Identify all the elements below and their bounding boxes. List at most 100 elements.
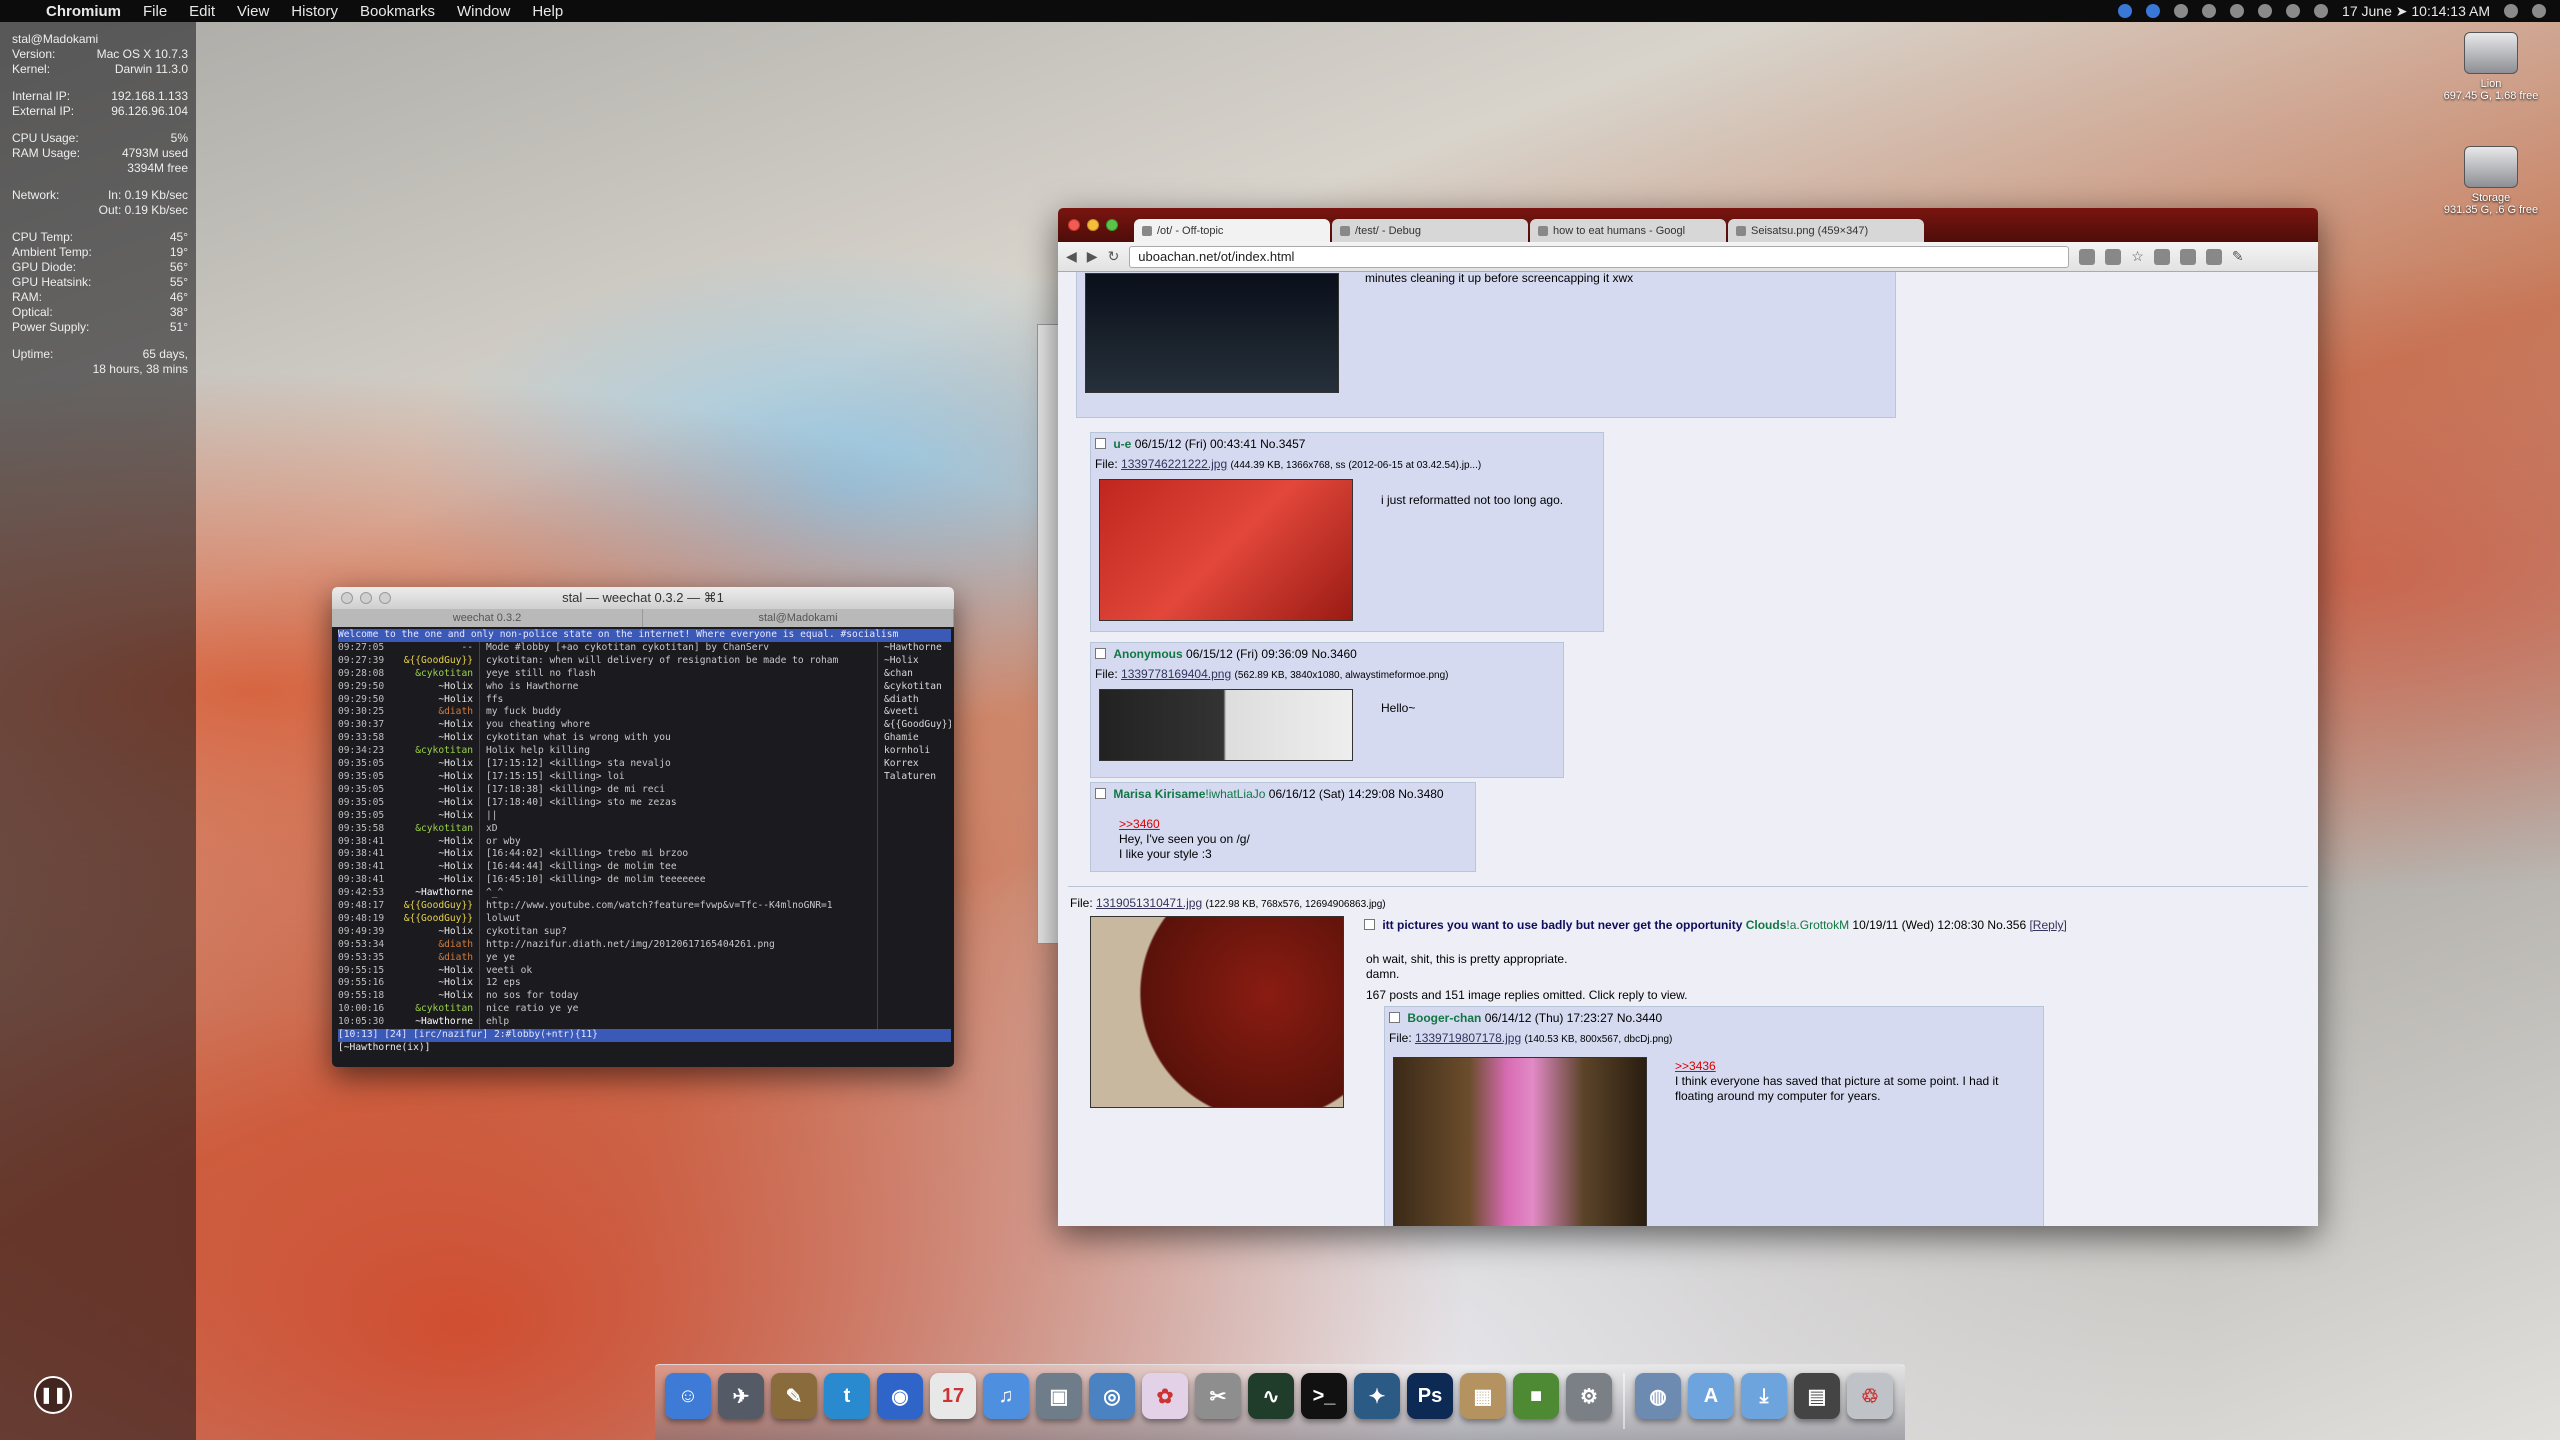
tab-image[interactable]: Seisatsu.png (459×347) <box>1728 219 1924 242</box>
system-preferences-icon[interactable]: ⚙ <box>1566 1373 1612 1419</box>
nicklist-entry[interactable] <box>877 874 951 888</box>
extension-icon[interactable] <box>2153 248 2170 265</box>
bookmark-star-icon[interactable]: ☆ <box>2131 248 2144 265</box>
file-link[interactable]: 1319051310471.jpg <box>1096 896 1202 910</box>
nicklist-entry[interactable]: &diath <box>877 693 951 707</box>
input-bar[interactable]: [~Hawthorne(ix)] <box>338 1042 951 1055</box>
twitter-client-icon[interactable]: t <box>824 1373 870 1419</box>
safari-icon[interactable]: ◎ <box>1089 1373 1135 1419</box>
nicklist-entry[interactable] <box>877 938 951 952</box>
sakura-icon[interactable]: ✿ <box>1142 1373 1188 1419</box>
wrench-menu-icon[interactable]: ✎ <box>2232 248 2244 265</box>
menu-app-name[interactable]: Chromium <box>46 3 121 20</box>
post-checkbox[interactable] <box>1389 1012 1400 1023</box>
nicklist-entry[interactable] <box>877 990 951 1004</box>
nicklist-entry[interactable] <box>877 783 951 797</box>
terminal-tab[interactable]: weechat 0.3.2 <box>332 609 643 627</box>
script-editor-icon[interactable]: ✂ <box>1195 1373 1241 1419</box>
minimize-button[interactable] <box>1087 219 1099 231</box>
extension-icon[interactable] <box>2179 248 2196 265</box>
nicklist-entry[interactable] <box>877 1003 951 1017</box>
post-number[interactable]: No.356 <box>1987 918 2026 932</box>
nicklist-entry[interactable]: ~Hawthorne <box>877 641 951 655</box>
minimize-button[interactable] <box>360 592 372 604</box>
zoom-button[interactable] <box>379 592 391 604</box>
nicklist-entry[interactable]: kornholi <box>877 745 951 759</box>
forward-icon[interactable]: ▶ <box>1087 248 1098 265</box>
nicklist-entry[interactable] <box>877 809 951 823</box>
bird-icon[interactable]: ✦ <box>1354 1373 1400 1419</box>
nicklist-entry[interactable] <box>877 912 951 926</box>
pause-icon[interactable]: ❚❚ <box>34 1376 72 1414</box>
extension-icon[interactable] <box>2079 248 2096 265</box>
nicklist-entry[interactable] <box>877 964 951 978</box>
ical-icon[interactable]: 17 <box>930 1373 976 1419</box>
nicklist-entry[interactable]: &{{GoodGuy}} <box>877 719 951 733</box>
nicklist-entry[interactable] <box>877 951 951 965</box>
network-icon[interactable]: ◍ <box>1635 1373 1681 1419</box>
reply-link[interactable]: [Reply] <box>2029 918 2066 932</box>
nicklist-entry[interactable] <box>877 861 951 875</box>
bluetooth-icon[interactable] <box>2230 4 2245 18</box>
menu-history[interactable]: History <box>291 3 338 20</box>
time-machine-icon[interactable] <box>2202 4 2217 18</box>
terminal-window[interactable]: stal — weechat 0.3.2 — ⌘1 weechat 0.3.2 … <box>332 587 954 1067</box>
post-number[interactable]: No.3460 <box>1311 647 1356 661</box>
nicklist-entry[interactable] <box>877 796 951 810</box>
close-button[interactable] <box>341 592 353 604</box>
zoom-button[interactable] <box>1106 219 1118 231</box>
menu-window[interactable]: Window <box>457 3 510 20</box>
post-thumbnail[interactable] <box>1099 479 1353 621</box>
launchpad-icon[interactable]: ✈ <box>718 1373 764 1419</box>
terminal-icon[interactable]: >_ <box>1301 1373 1347 1419</box>
spotlight-search-icon[interactable] <box>2532 4 2546 18</box>
nicklist-entry[interactable] <box>877 848 951 862</box>
photoshop-icon[interactable]: Ps <box>1407 1373 1453 1419</box>
post-thumbnail[interactable] <box>1393 1057 1647 1226</box>
nicklist-entry[interactable] <box>877 977 951 991</box>
reload-icon[interactable]: ↻ <box>1108 248 1120 265</box>
desktop-drive-storage[interactable]: Storage 931.35 G, .6 G free <box>2426 146 2556 216</box>
volume-icon[interactable] <box>2286 4 2301 18</box>
menu-bookmarks[interactable]: Bookmarks <box>360 3 435 20</box>
nicklist-entry[interactable]: &chan <box>877 667 951 681</box>
tab-debug[interactable]: /test/ - Debug <box>1332 219 1528 242</box>
nicklist-entry[interactable]: &cykotitan <box>877 680 951 694</box>
post-number[interactable]: No.3457 <box>1260 437 1305 451</box>
imageboard-page[interactable]: minutes cleaning it up before screencapp… <box>1058 272 2318 1226</box>
menu-view[interactable]: View <box>237 3 269 20</box>
menu-file[interactable]: File <box>143 3 167 20</box>
file-link[interactable]: 1339719807178.jpg <box>1415 1031 1521 1045</box>
desktop-drive-lion[interactable]: Lion 697.45 G, 1.68 free <box>2426 32 2556 102</box>
itunes-icon[interactable]: ♫ <box>983 1373 1029 1419</box>
downloads-folder-icon[interactable]: ⤓ <box>1741 1373 1787 1419</box>
chromium-icon[interactable]: ◉ <box>877 1373 923 1419</box>
tab-off-topic[interactable]: /ot/ - Off-topic <box>1134 219 1330 242</box>
post-number[interactable]: No.3440 <box>1617 1011 1662 1025</box>
back-icon[interactable]: ◀ <box>1066 248 1077 265</box>
post-thumbnail[interactable] <box>1085 273 1339 393</box>
tab-google[interactable]: how to eat humans - Googl <box>1530 219 1726 242</box>
post-checkbox[interactable] <box>1364 919 1375 930</box>
minecraft-icon[interactable]: ■ <box>1513 1373 1559 1419</box>
screenshots-stack-icon[interactable]: ▤ <box>1794 1373 1840 1419</box>
op-thumbnail[interactable] <box>1090 916 1344 1108</box>
nicklist-entry[interactable] <box>877 822 951 836</box>
nicklist-entry[interactable]: ~Holix <box>877 654 951 668</box>
preview-icon[interactable]: ✎ <box>771 1373 817 1419</box>
menu-clock[interactable]: 17 June ➤ 10:14:13 AM <box>2342 3 2490 20</box>
skype-icon[interactable] <box>2146 4 2161 18</box>
file-link[interactable]: 1339746221222.jpg <box>1121 457 1227 471</box>
menu-help[interactable]: Help <box>532 3 563 20</box>
nicklist-entry[interactable] <box>877 887 951 901</box>
browser-window[interactable]: /ot/ - Off-topic /test/ - Debug how to e… <box>1058 208 2318 1226</box>
post-checkbox[interactable] <box>1095 788 1106 799</box>
post-number[interactable]: No.3480 <box>1398 787 1443 801</box>
user-icon[interactable] <box>2504 4 2518 18</box>
address-bar[interactable]: uboachan.net/ot/index.html <box>1129 245 2070 268</box>
iphoto-icon[interactable]: ▣ <box>1036 1373 1082 1419</box>
terminal-titlebar[interactable]: stal — weechat 0.3.2 — ⌘1 <box>332 587 954 609</box>
post-checkbox[interactable] <box>1095 648 1106 659</box>
menu-edit[interactable]: Edit <box>189 3 215 20</box>
extension-icon[interactable] <box>2105 248 2122 265</box>
